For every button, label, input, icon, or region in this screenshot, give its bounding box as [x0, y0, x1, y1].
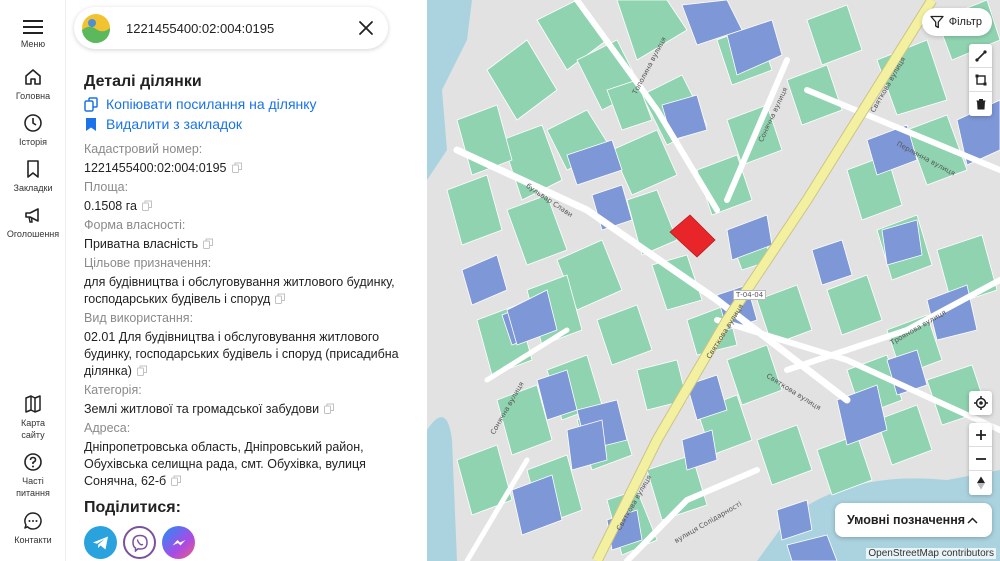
telegram-share-button[interactable]: [84, 526, 117, 559]
messenger-share-button[interactable]: [162, 526, 195, 559]
copy-icon[interactable]: [324, 403, 335, 414]
nav-faq-label: Часті питання: [16, 476, 50, 498]
map-view[interactable]: Тополина вулиця Сонячна вулиця Святкова …: [427, 0, 1000, 561]
zoom-control: [969, 423, 992, 495]
viber-icon: [131, 534, 148, 552]
field-value: 02.01 Для будівництва і обслуговування ж…: [84, 330, 399, 378]
copy-icon[interactable]: [231, 162, 242, 173]
logo-icon: [82, 14, 111, 43]
delete-drawing-button[interactable]: [969, 92, 992, 116]
fields-list: Кадастровий номер: 1221455400:02:004:019…: [84, 141, 414, 490]
viber-share-button[interactable]: [123, 526, 156, 559]
minus-icon: [975, 457, 986, 460]
nav-contacts-label: Контакти: [14, 535, 52, 545]
nav-site-map-label: Карта сайту: [20, 418, 46, 440]
telegram-icon: [92, 536, 108, 549]
bookmark-icon: [27, 160, 39, 178]
legend-label: Умовні позначення: [847, 513, 966, 527]
share-title: Поділитися:: [84, 499, 181, 516]
nav-bookmarks-label: Закладки: [13, 183, 53, 193]
copy-icon[interactable]: [203, 238, 214, 249]
nav-contacts[interactable]: Контакти: [0, 511, 66, 546]
home-icon: [25, 69, 41, 85]
left-nav: Меню Головна Історія Закладки Оголошення…: [0, 0, 66, 561]
copy-icon[interactable]: [136, 365, 147, 376]
field-label: Вид використання:: [84, 311, 194, 325]
field-value: Землі житлової та громадської забудови: [84, 401, 414, 418]
nav-announcements[interactable]: Оголошення: [0, 205, 66, 240]
nav-history-label: Історія: [19, 137, 47, 147]
copy-icon[interactable]: [171, 475, 182, 486]
reset-north-button[interactable]: [969, 471, 992, 495]
draw-polygon-button[interactable]: [969, 68, 992, 92]
polygon-tool-icon: [975, 74, 986, 85]
nav-home[interactable]: Головна: [0, 67, 66, 102]
locate-control: [969, 391, 992, 415]
question-icon: [24, 453, 42, 471]
remove-bookmark-label: Видалити з закладок: [106, 116, 243, 132]
filter-label: Фільтр: [948, 16, 982, 28]
nav-history[interactable]: Історія: [0, 113, 66, 148]
trash-icon: [976, 99, 985, 110]
messenger-icon: [172, 539, 185, 545]
copy-icon: [84, 96, 98, 112]
field-label: Площа:: [84, 180, 129, 194]
filter-icon: [930, 15, 944, 29]
field-value: для будівництва і обслуговування житлово…: [84, 275, 395, 306]
nav-menu-label: Меню: [20, 39, 46, 49]
megaphone-icon: [25, 208, 39, 223]
parcel-details: Деталі ділянки Копіювати посилання на ді…: [84, 72, 414, 559]
map-attribution[interactable]: OpenStreetMap contributors: [866, 548, 996, 559]
details-panel: Деталі ділянки Копіювати посилання на ді…: [66, 0, 427, 561]
crosshair-icon: [973, 396, 988, 410]
clock-icon: [24, 114, 42, 132]
draw-line-button[interactable]: [969, 44, 992, 68]
field-value: 1221455400:02:004:0195: [84, 160, 414, 177]
copy-link-label: Копіювати посилання на ділянку: [106, 96, 317, 112]
field-value: Приватна власність: [84, 236, 414, 253]
nav-site-map[interactable]: Карта сайту: [0, 394, 66, 441]
copy-icon[interactable]: [275, 293, 286, 304]
hamburger-icon: [23, 20, 43, 34]
close-icon[interactable]: [356, 18, 376, 38]
remove-bookmark-button[interactable]: Видалити з закладок: [84, 115, 414, 133]
field-label: Кадастровий номер:: [84, 142, 203, 156]
nav-bookmarks[interactable]: Закладки: [0, 159, 66, 194]
details-title: Деталі ділянки: [84, 73, 202, 90]
field-value: Дніпропетровська область, Дніпровський р…: [84, 440, 366, 488]
filter-button[interactable]: Фільтр: [921, 8, 992, 36]
zoom-in-button[interactable]: [969, 423, 992, 447]
share-buttons: [84, 526, 414, 559]
search-bar: [74, 7, 388, 49]
field-label: Форма власності:: [84, 218, 186, 232]
compass-icon: [976, 476, 985, 490]
copy-link-button[interactable]: Копіювати посилання на ділянку: [84, 95, 414, 113]
zoom-out-button[interactable]: [969, 447, 992, 471]
chat-icon: [24, 512, 42, 530]
field-label: Адреса:: [84, 421, 131, 435]
nav-menu[interactable]: Меню: [0, 19, 66, 50]
map-icon: [25, 395, 41, 413]
nav-announcements-label: Оголошення: [6, 229, 60, 239]
field-label: Цільове призначення:: [84, 256, 212, 270]
plus-icon: [975, 429, 986, 440]
street-label: Т-04-04: [733, 290, 767, 300]
map-canvas[interactable]: [427, 0, 1000, 561]
field-label: Категорія:: [84, 383, 142, 397]
line-tool-icon: [974, 49, 987, 62]
copy-icon[interactable]: [141, 200, 152, 211]
search-input[interactable]: [126, 19, 346, 37]
chevron-up-icon: [967, 516, 978, 524]
nav-home-label: Головна: [15, 91, 51, 101]
locate-button[interactable]: [969, 391, 992, 415]
field-value: 0.1508 га: [84, 198, 414, 215]
nav-faq[interactable]: Часті питання: [0, 452, 66, 499]
bookmark-filled-icon: [86, 117, 96, 131]
draw-tools: [969, 44, 992, 116]
legend-toggle[interactable]: Умовні позначення: [835, 503, 992, 537]
